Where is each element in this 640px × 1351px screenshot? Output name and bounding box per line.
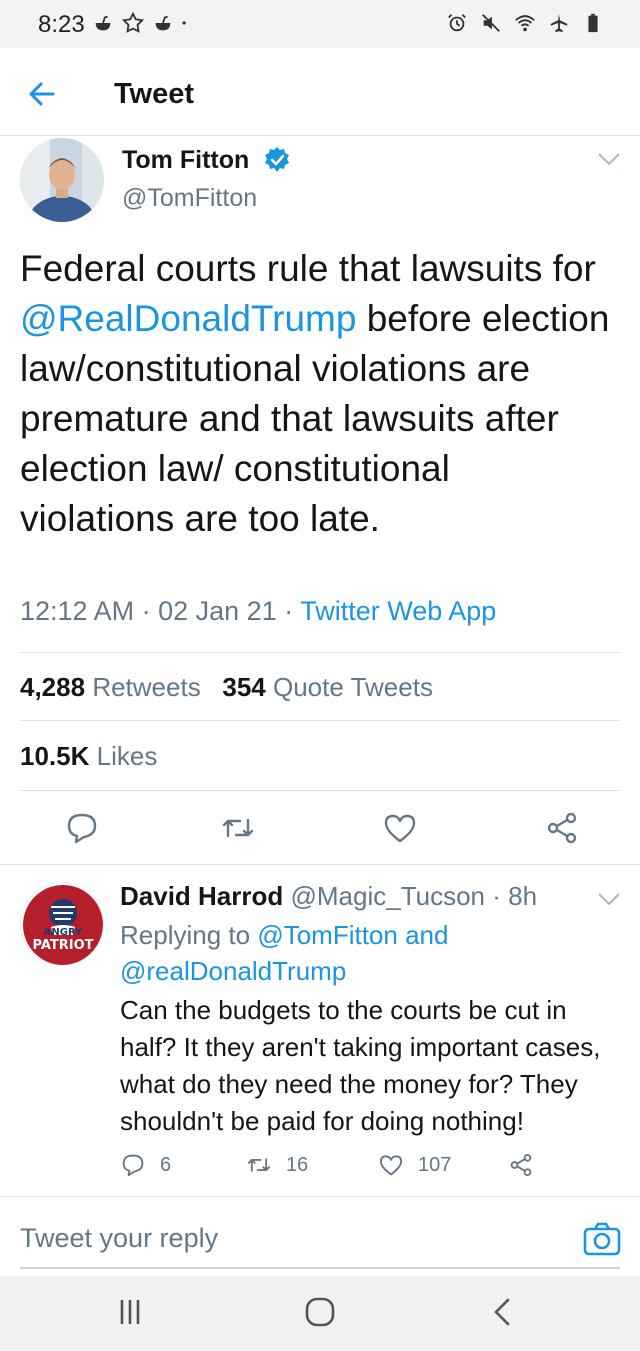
reply-avatar[interactable]: ANGRY PATRIOT <box>20 882 104 966</box>
retweets-count: 4,288 <box>20 672 86 702</box>
reply-compose-bar: Tweet your reply <box>0 1196 640 1276</box>
back-arrow-icon <box>29 82 55 106</box>
airplane-icon <box>550 13 568 33</box>
tweet-text-part: Federal courts rule that lawsuits for <box>20 248 596 289</box>
camera-icon[interactable] <box>582 1221 622 1257</box>
settings-icon <box>122 12 144 33</box>
mention-link[interactable]: @realDonaldTrump <box>120 956 346 986</box>
reply-share-button[interactable] <box>508 1152 534 1178</box>
mention-link[interactable]: @RealDonaldTrump <box>20 298 356 339</box>
reply-header: David Harrod @Magic_Tucson · 8h <box>120 881 538 911</box>
like-count: 107 <box>418 1153 452 1176</box>
tweet-action-bar <box>0 808 640 848</box>
alarm-icon <box>448 14 466 32</box>
back-icon[interactable] <box>484 1294 524 1330</box>
reply-avatar-text-bottom: PATRIOT <box>32 938 93 953</box>
share-icon[interactable] <box>544 810 580 846</box>
avatar-image <box>20 138 104 222</box>
chevron-down-icon[interactable] <box>596 890 622 908</box>
replying-label: Replying to <box>120 920 251 950</box>
like-heart-icon[interactable] <box>382 810 418 846</box>
notification-icon <box>155 15 171 31</box>
likes-label: Likes <box>96 741 158 771</box>
quotes-label: Quote Tweets <box>273 672 433 702</box>
reply-action-bar: 6 16 107 <box>120 1152 600 1182</box>
divider <box>20 790 620 791</box>
reply-avatar-text-top: ANGRY <box>44 927 83 938</box>
quotes-stat[interactable]: 354 Quote Tweets <box>222 672 433 702</box>
input-underline <box>20 1267 620 1269</box>
reply-reply-button[interactable]: 6 <box>120 1152 171 1178</box>
dot-icon <box>182 21 186 25</box>
tweet-text: Federal courts rule that lawsuits for @R… <box>20 244 610 544</box>
tweet-meta: 12:12 AM · 02 Jan 21 · Twitter Web App <box>20 596 497 626</box>
retweet-icon[interactable] <box>220 810 256 846</box>
author-name[interactable]: Tom Fitton <box>122 146 249 175</box>
divider <box>20 720 620 721</box>
replying-to: Replying to @TomFitton and @realDonaldTr… <box>120 917 600 989</box>
retweets-label: Retweets <box>92 672 201 702</box>
tweet-date: 02 Jan 21 <box>158 596 277 626</box>
reply-author-name[interactable]: David Harrod <box>120 881 283 911</box>
verified-badge-icon <box>265 147 289 172</box>
chevron-down-icon[interactable] <box>596 150 622 168</box>
reply-icon[interactable] <box>64 810 100 846</box>
battery-icon <box>588 13 598 33</box>
replying-and: and <box>405 920 449 950</box>
tweet-time: 12:12 AM <box>20 596 135 626</box>
retweet-icon <box>247 1158 271 1172</box>
reply-text: Can the budgets to the courts be cut in … <box>120 995 601 1136</box>
likes-stat[interactable]: 10.5K Likes <box>20 741 157 772</box>
home-icon[interactable] <box>300 1294 340 1330</box>
app-header: Tweet <box>0 48 640 136</box>
status-left-icons <box>92 12 192 34</box>
reply-input[interactable]: Tweet your reply <box>20 1223 218 1254</box>
stats-row: 4,288 Retweets 354 Quote Tweets <box>20 672 433 703</box>
status-bar: 8:23 <box>0 0 640 48</box>
reply-count: 6 <box>160 1153 172 1176</box>
likes-count: 10.5K <box>20 741 90 771</box>
back-button[interactable] <box>20 72 64 116</box>
angry-patriot-logo-icon: ANGRY PATRIOT <box>23 885 103 965</box>
reply-like-button[interactable]: 107 <box>378 1152 451 1178</box>
author-handle[interactable]: @TomFitton <box>122 184 257 213</box>
reply-icon <box>122 1154 144 1177</box>
divider <box>20 652 620 653</box>
reply-author-handle[interactable]: @Magic_Tucson <box>291 881 486 911</box>
retweet-count: 16 <box>286 1153 309 1176</box>
like-heart-icon <box>379 1155 403 1176</box>
wifi-icon <box>515 15 535 32</box>
quotes-count: 354 <box>222 672 266 702</box>
system-nav-bar <box>0 1276 640 1351</box>
notification-icon <box>95 15 111 31</box>
mention-link[interactable]: @TomFitton <box>257 920 398 950</box>
retweets-stat[interactable]: 4,288 Retweets <box>20 672 201 702</box>
page-title: Tweet <box>114 78 195 110</box>
share-icon <box>510 1153 532 1177</box>
tweet-source-link[interactable]: Twitter Web App <box>300 596 496 626</box>
section-divider <box>0 864 640 865</box>
reply-retweet-button[interactable]: 16 <box>246 1152 308 1178</box>
mute-icon <box>482 14 500 32</box>
status-right-icons <box>446 12 604 34</box>
reply-age: 8h <box>508 881 538 911</box>
recent-apps-icon[interactable] <box>110 1294 150 1330</box>
author-avatar[interactable] <box>20 138 104 222</box>
status-time: 8:23 <box>38 11 85 38</box>
